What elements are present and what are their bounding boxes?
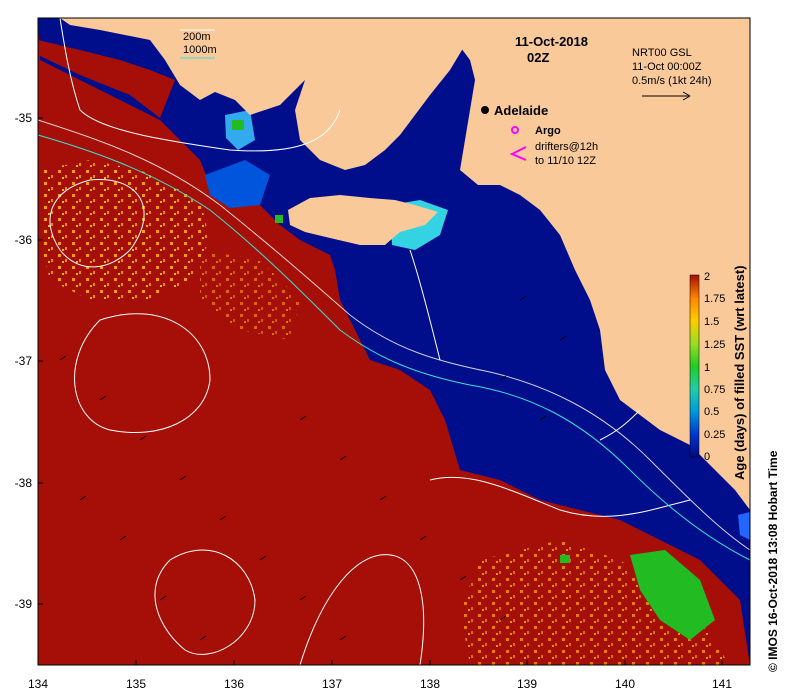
sst-age-map: 134 135 136 137 138 139 140 141 -35 -36 …	[15, 17, 751, 691]
drifters-label-2: to 11/10 12Z	[535, 155, 596, 167]
colorbar-tick: 0.5	[704, 406, 719, 418]
x-tick-label: 134	[28, 677, 48, 691]
x-tick-label: 135	[126, 677, 146, 691]
green-speck-1	[232, 120, 244, 130]
map-area	[37, 17, 751, 666]
source-time-label: 11-Oct 00:00Z	[632, 61, 702, 73]
x-tick-label: 139	[517, 677, 537, 691]
x-tick-label: 140	[615, 677, 635, 691]
colorbar-gradient	[689, 274, 700, 458]
x-tick-label: 137	[322, 677, 342, 691]
isobath-1000-label: 1000m	[183, 44, 217, 56]
colorbar-tick: 0	[704, 451, 710, 463]
x-tick-label: 136	[224, 677, 244, 691]
time-label: 02Z	[527, 50, 549, 65]
colorbar-tick: 1.75	[704, 293, 725, 305]
y-tick-label: -38	[15, 476, 33, 490]
city-label: Adelaide	[494, 103, 548, 118]
y-tick-label: -36	[15, 233, 33, 247]
isobath-200-label: 200m	[183, 31, 211, 43]
argo-label: Argo	[535, 125, 561, 137]
y-tick-label: -39	[15, 597, 33, 611]
x-tick-label: 141	[712, 677, 732, 691]
date-label: 11-Oct-2018	[515, 34, 588, 49]
colorbar-tick: 1.25	[704, 339, 725, 351]
colorbar-tick: 0.25	[704, 429, 725, 441]
source-label: NRT00 GSL	[632, 47, 692, 59]
colorbar-label: Age (days) of filled SST (wrt latest)	[732, 265, 747, 480]
credit-label: © IMOS 16-Oct-2018 13:08 Hobart Time	[766, 450, 780, 672]
current-scale-label: 0.5m/s (1kt 24h)	[632, 75, 711, 87]
y-tick-label: -35	[15, 111, 33, 125]
green-speck-2	[275, 215, 283, 223]
y-tick-label: -37	[15, 354, 33, 368]
colorbar-tick: 1	[704, 362, 710, 374]
colorbar-tick: 0.75	[704, 384, 725, 396]
colorbar-tick: 2	[704, 271, 710, 283]
x-tick-label: 138	[420, 677, 440, 691]
adelaide-marker	[481, 106, 489, 114]
colorbar-tick: 1.5	[704, 316, 719, 328]
green-speck-3	[560, 555, 570, 563]
drifters-label-1: drifters@12h	[535, 141, 598, 153]
